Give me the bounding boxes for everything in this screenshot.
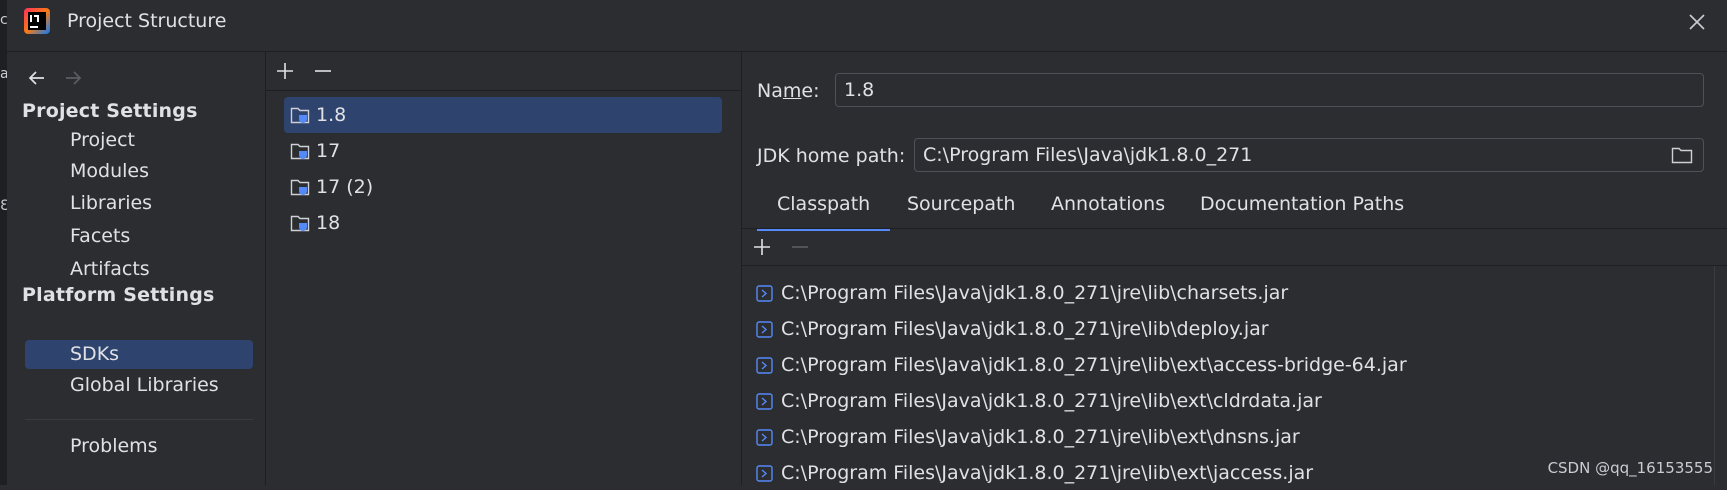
nav-item-label: Modules xyxy=(70,160,149,182)
nav-item-sdks[interactable]: SDKs xyxy=(25,340,253,369)
jdk-folder-icon xyxy=(290,107,310,124)
jdk-home-field[interactable] xyxy=(914,138,1704,172)
nav-divider xyxy=(25,419,253,420)
tab-documentation-paths[interactable]: Documentation Paths xyxy=(1200,193,1404,227)
title-bar: Project Structure xyxy=(7,0,1727,52)
intellij-logo-icon xyxy=(24,8,50,34)
add-path-icon[interactable] xyxy=(749,234,775,260)
edge-glyph: a xyxy=(0,66,7,82)
jdk-folder-icon xyxy=(290,215,310,232)
watermark: CSDN @qq_16153555 xyxy=(1547,459,1713,477)
edge-glyph: c xyxy=(0,12,7,28)
project-settings-heading: Project Settings xyxy=(22,100,198,122)
platform-settings-heading: Platform Settings xyxy=(22,284,215,306)
back-arrow-icon[interactable] xyxy=(23,64,51,92)
browse-folder-icon[interactable] xyxy=(1671,145,1693,165)
nav-item-facets[interactable]: Facets xyxy=(25,222,253,251)
window-title: Project Structure xyxy=(67,10,227,32)
tab-sourcepath[interactable]: Sourcepath xyxy=(907,193,1015,227)
sdk-name: 18 xyxy=(316,212,341,234)
name-label: Name: xyxy=(757,80,820,102)
classpath-entry: C:\Program Files\Java\jdk1.8.0_271\jre\l… xyxy=(781,426,1300,448)
toolbar-divider xyxy=(266,90,741,91)
nav-item-problems[interactable]: Problems xyxy=(25,432,253,461)
jdk-home-label: JDK home path: xyxy=(757,145,906,167)
nav-item-project[interactable]: Project xyxy=(25,126,253,155)
settings-nav: Project Settings Project Modules Librari… xyxy=(7,52,266,485)
nav-item-modules[interactable]: Modules xyxy=(25,157,253,186)
nav-item-label: Problems xyxy=(70,435,158,457)
jar-file-icon xyxy=(756,429,773,446)
nav-item-label: Project xyxy=(70,129,136,151)
sdk-name: 17 xyxy=(316,140,341,162)
sdk-item-17[interactable]: 17 xyxy=(284,133,722,169)
sdk-item-17-2[interactable]: 17 (2) xyxy=(284,169,722,205)
jdk-folder-icon xyxy=(290,143,310,160)
jar-file-icon xyxy=(756,357,773,374)
forward-arrow-icon[interactable] xyxy=(59,64,87,92)
sdk-name: 17 (2) xyxy=(316,176,374,198)
jar-file-icon xyxy=(756,393,773,410)
classpath-entry: C:\Program Files\Java\jdk1.8.0_271\jre\l… xyxy=(781,318,1269,340)
nav-item-artifacts[interactable]: Artifacts xyxy=(25,255,253,284)
nav-item-label: Facets xyxy=(70,225,131,247)
classpath-scrollbar[interactable] xyxy=(1714,266,1727,485)
tab-classpath[interactable]: Classpath xyxy=(757,193,891,231)
classpath-entry: C:\Program Files\Java\jdk1.8.0_271\jre\l… xyxy=(781,390,1322,412)
toolbar-divider xyxy=(742,265,1727,266)
nav-item-label: Artifacts xyxy=(70,258,150,280)
nav-item-label: Libraries xyxy=(70,192,153,214)
sdk-item-1-8[interactable]: 1.8 xyxy=(284,97,722,133)
sdk-list-pane: 1.8 17 17 (2) 18 xyxy=(266,52,742,485)
jar-file-icon xyxy=(756,285,773,302)
classpath-entry: C:\Program Files\Java\jdk1.8.0_271\jre\l… xyxy=(781,282,1289,304)
sdk-item-18[interactable]: 18 xyxy=(284,205,722,241)
remove-path-icon[interactable] xyxy=(787,234,813,260)
edge-glyph: Ɛ xyxy=(0,198,7,214)
name-input[interactable] xyxy=(836,74,1703,106)
nav-item-libraries[interactable]: Libraries xyxy=(25,189,253,218)
close-icon[interactable] xyxy=(1685,10,1709,34)
jdk-home-input[interactable] xyxy=(915,139,1703,171)
name-field[interactable] xyxy=(835,73,1704,107)
tab-annotations[interactable]: Annotations xyxy=(1051,193,1165,227)
remove-sdk-icon[interactable] xyxy=(310,58,336,84)
nav-item-label: SDKs xyxy=(70,343,120,365)
nav-item-global-libraries[interactable]: Global Libraries xyxy=(25,371,253,400)
tabs-divider xyxy=(742,228,1727,229)
jdk-folder-icon xyxy=(290,179,310,196)
sdk-name: 1.8 xyxy=(316,104,347,126)
jar-file-icon xyxy=(756,465,773,482)
sdk-details-pane: Name: JDK home path: Classpath Sourcepat… xyxy=(742,52,1727,485)
add-sdk-icon[interactable] xyxy=(272,58,298,84)
classpath-entry: C:\Program Files\Java\jdk1.8.0_271\jre\l… xyxy=(781,354,1407,376)
nav-item-label: Global Libraries xyxy=(70,374,219,396)
jar-file-icon xyxy=(756,321,773,338)
